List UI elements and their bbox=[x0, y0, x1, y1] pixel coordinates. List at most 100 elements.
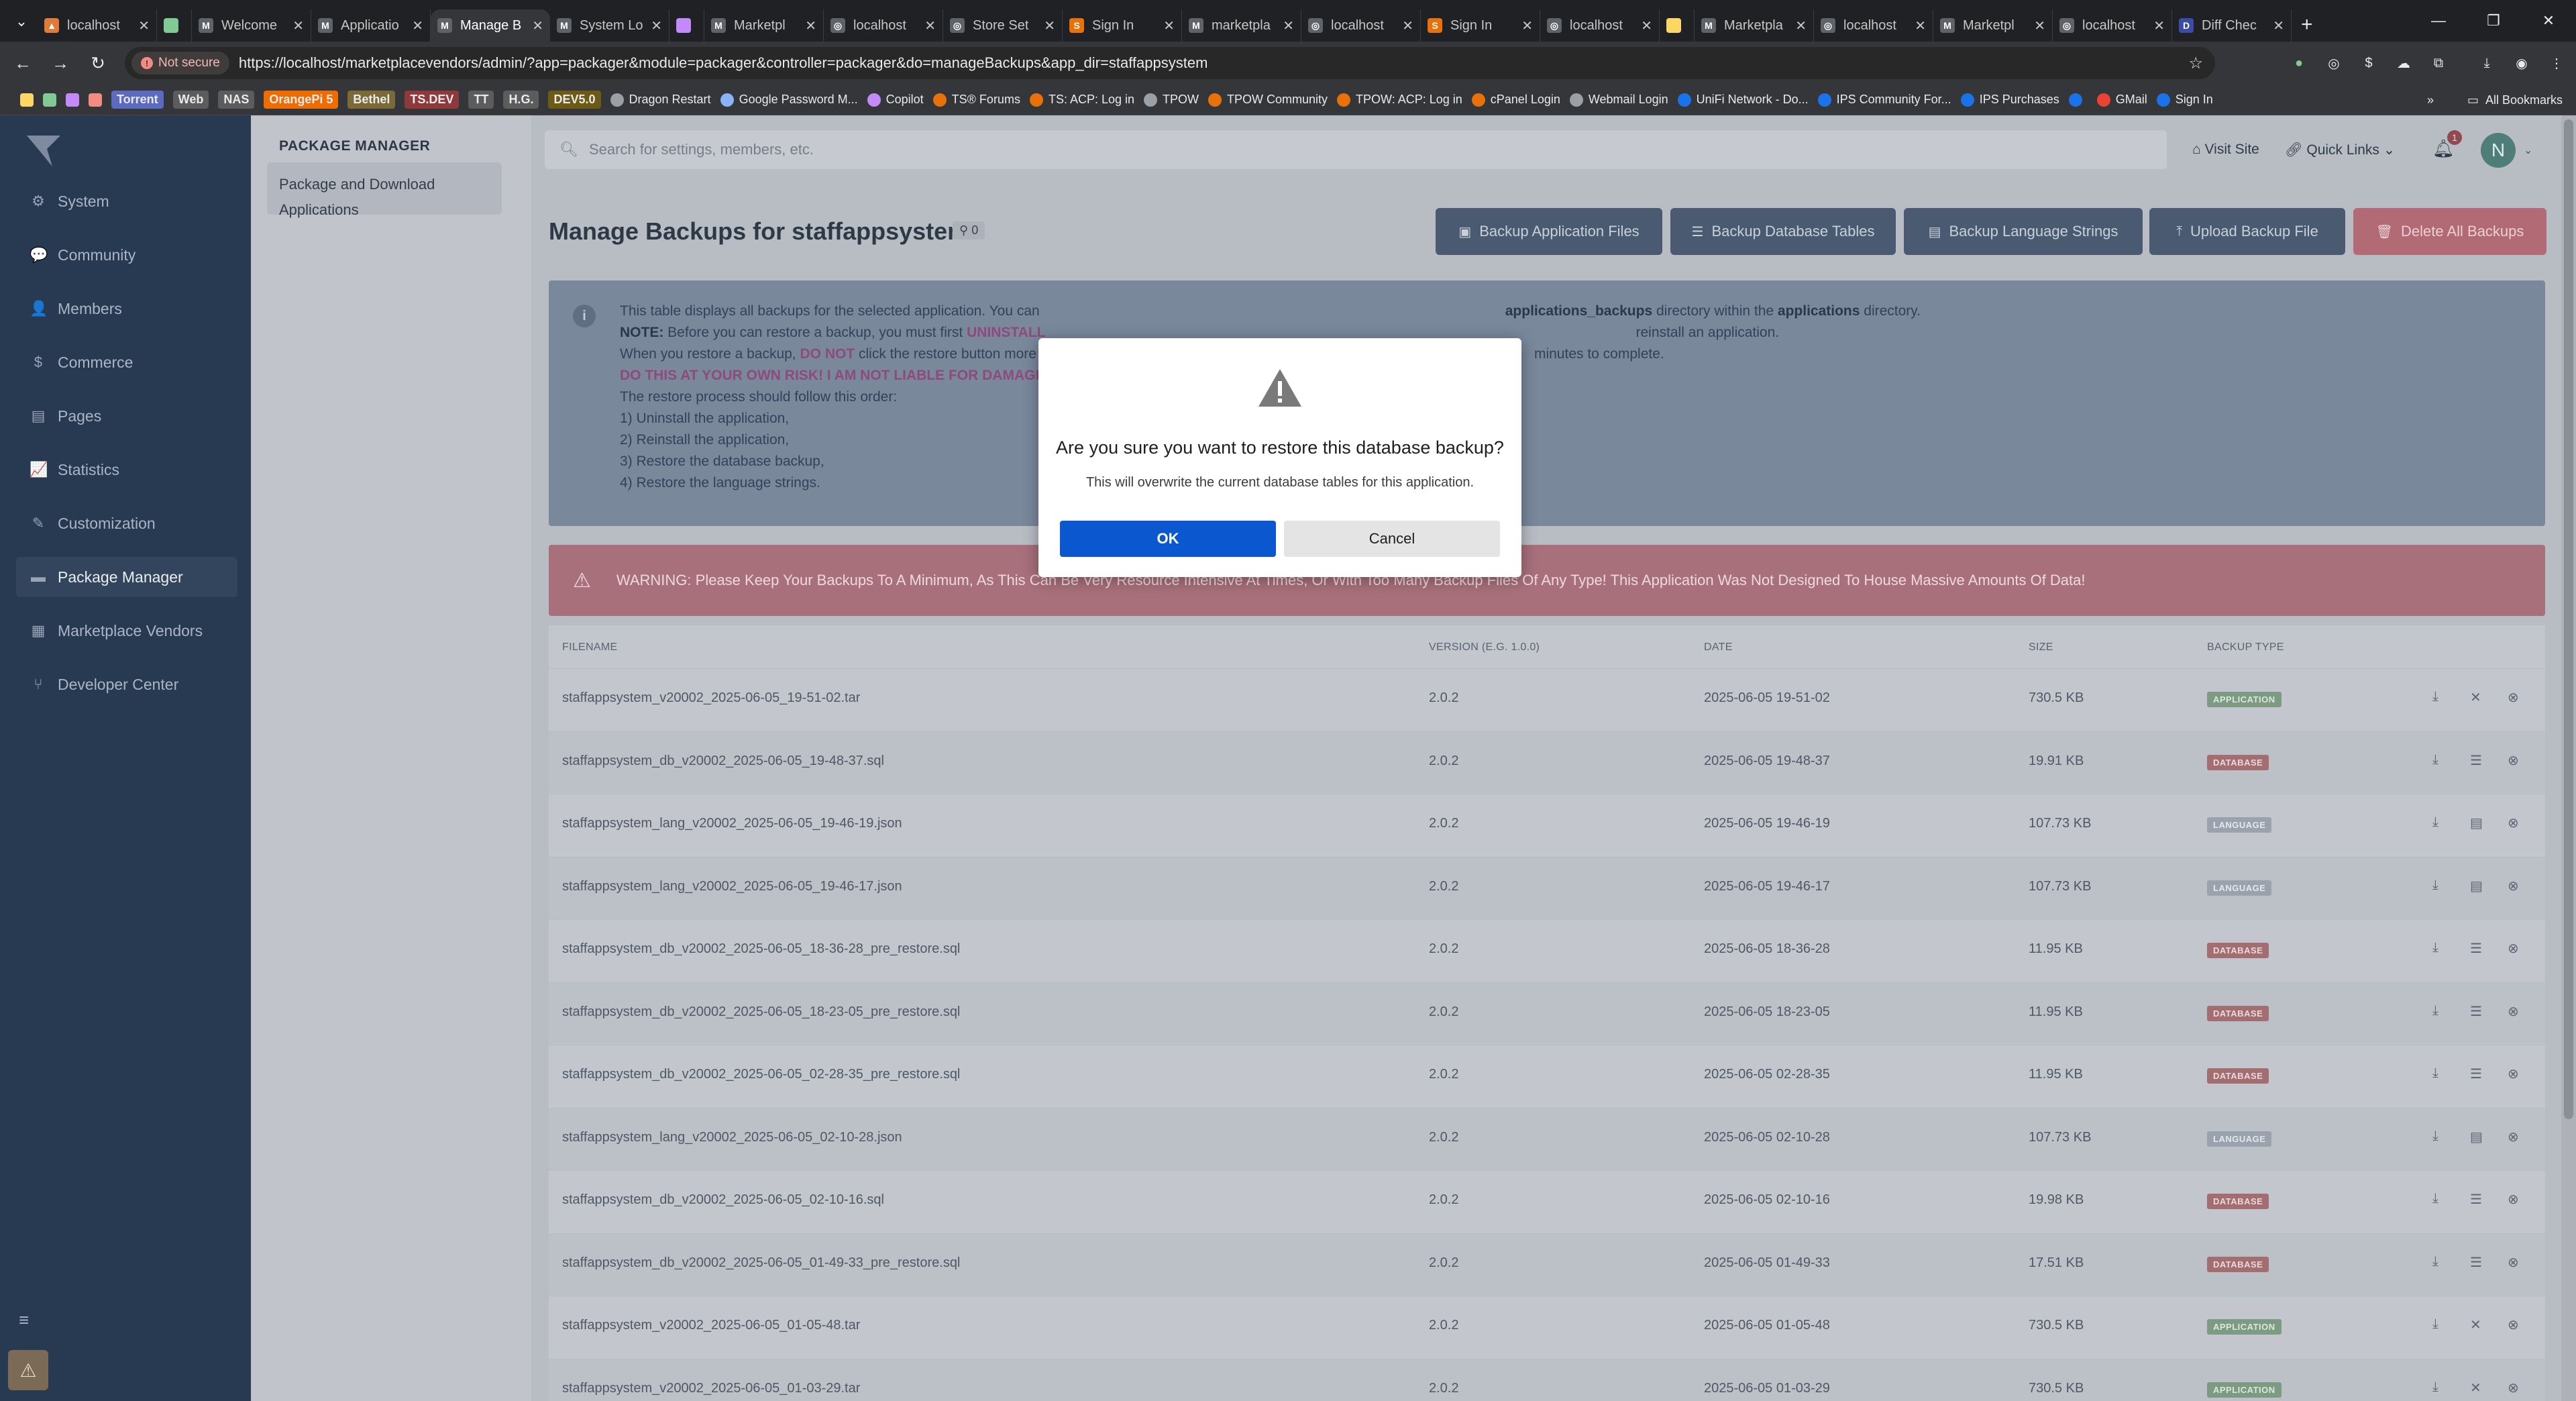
browser-tab[interactable]: M Marketpl ✕ bbox=[1933, 9, 2053, 42]
tab-close-icon[interactable]: ✕ bbox=[1163, 17, 1175, 34]
bookmark-item[interactable]: OrangePi 5 bbox=[264, 91, 339, 109]
browser-tab[interactable]: M Applicatio ✕ bbox=[311, 9, 431, 42]
restore-language-icon[interactable]: ▤ bbox=[2470, 878, 2483, 894]
delete-icon[interactable]: ⊗ bbox=[2508, 1066, 2519, 1082]
avatar-chevron-down-icon[interactable]: ⌄ bbox=[2524, 144, 2532, 157]
bookmark-item[interactable]: Bethel bbox=[347, 91, 396, 109]
browser-tab[interactable]: M Marketpla ✕ bbox=[1695, 9, 1814, 42]
tab-close-icon[interactable]: ✕ bbox=[2273, 17, 2284, 34]
bookmark-item[interactable]: TPOW: ACP: Log in bbox=[1337, 93, 1462, 107]
bookmark-item[interactable]: IPS Community For... bbox=[1817, 93, 1951, 107]
backup-language-strings-button[interactable]: ▤ Backup Language Strings bbox=[1904, 208, 2143, 255]
browser-tab[interactable]: M Marketpl ✕ bbox=[704, 9, 824, 42]
bookmark-item[interactable]: TS® Forums bbox=[932, 93, 1020, 107]
tab-close-icon[interactable]: ✕ bbox=[292, 17, 304, 34]
tab-close-icon[interactable]: ✕ bbox=[1915, 17, 1926, 34]
download-icon[interactable]: ⤓ bbox=[2432, 940, 2438, 955]
minimize-icon[interactable]: — bbox=[2411, 0, 2466, 42]
tab-close-icon[interactable]: ✕ bbox=[2034, 17, 2045, 34]
download-icon[interactable]: ⤓ bbox=[2432, 752, 2438, 768]
bookmark-app-icon[interactable] bbox=[66, 93, 79, 107]
delete-icon[interactable]: ⊗ bbox=[2508, 1316, 2519, 1333]
restore-database-icon[interactable]: ☰ bbox=[2470, 940, 2482, 957]
tab-close-icon[interactable]: ✕ bbox=[412, 17, 423, 34]
quick-links-dropdown[interactable]: 🔗︎ Quick Links ⌄ bbox=[2285, 142, 2395, 158]
browser-tab[interactable]: M Manage B ✕ bbox=[431, 9, 550, 42]
restore-app-icon[interactable]: ✕ bbox=[2470, 689, 2481, 706]
backup-database-tables-button[interactable]: ☰ Backup Database Tables bbox=[1670, 208, 1896, 255]
extension-copilot-icon[interactable]: ◎ bbox=[2324, 53, 2344, 73]
bookmark-item[interactable]: TPOW bbox=[1144, 93, 1199, 107]
extensions-puzzle-icon[interactable]: ⧉ bbox=[2428, 53, 2449, 73]
restore-database-icon[interactable]: ☰ bbox=[2470, 1066, 2482, 1082]
upload-backup-file-button[interactable]: ⤒ Upload Backup File bbox=[2149, 208, 2345, 255]
restore-database-icon[interactable]: ☰ bbox=[2470, 1254, 2482, 1271]
sidebar-item-statistics[interactable]: 📈 Statistics bbox=[16, 450, 237, 490]
bookmark-item[interactable]: TT bbox=[468, 91, 494, 109]
tab-close-icon[interactable]: ✕ bbox=[924, 17, 936, 34]
profile-icon[interactable]: ◉ bbox=[2512, 53, 2532, 73]
tab-search-chevron-icon[interactable]: ⌄ bbox=[9, 8, 34, 35]
close-window-icon[interactable]: ✕ bbox=[2521, 0, 2576, 42]
tab-close-icon[interactable]: ✕ bbox=[2153, 17, 2165, 34]
download-icon[interactable]: ⤓ bbox=[2432, 1316, 2438, 1332]
browser-tab[interactable]: ▲ localhost ✕ bbox=[38, 9, 157, 42]
tab-close-icon[interactable]: ✕ bbox=[805, 17, 816, 34]
collapse-menu-icon[interactable]: ≡ bbox=[19, 1310, 29, 1331]
bookmark-item[interactable]: TS.DEV bbox=[405, 91, 460, 109]
delete-icon[interactable]: ⊗ bbox=[2508, 940, 2519, 957]
delete-icon[interactable]: ⊗ bbox=[2508, 815, 2519, 831]
ok-button[interactable]: OK bbox=[1060, 521, 1276, 557]
col-backup-type[interactable]: BACKUP TYPE bbox=[2207, 641, 2284, 654]
browser-tab[interactable]: S Sign In ✕ bbox=[1421, 9, 1540, 42]
tab-close-icon[interactable]: ✕ bbox=[1641, 17, 1652, 34]
bookmark-item[interactable]: NAS bbox=[218, 91, 255, 109]
tab-close-icon[interactable]: ✕ bbox=[1402, 17, 1413, 34]
backup-application-files-button[interactable]: ▣ Backup Application Files bbox=[1436, 208, 1662, 255]
not-secure-chip[interactable]: ! Not secure bbox=[131, 52, 229, 74]
user-avatar[interactable]: N bbox=[2481, 133, 2516, 168]
browser-tab[interactable] bbox=[669, 9, 704, 42]
bookmark-app-icon[interactable] bbox=[43, 93, 56, 107]
notifications-bell-icon[interactable]: 🔔︎ 1 bbox=[2432, 130, 2462, 161]
download-icon[interactable]: ⤓ bbox=[2432, 878, 2438, 893]
reload-icon[interactable]: ↻ bbox=[79, 44, 117, 82]
site-logo-icon[interactable] bbox=[27, 136, 60, 166]
new-tab-plus-icon[interactable]: + bbox=[2301, 13, 2313, 36]
restore-language-icon[interactable]: ▤ bbox=[2470, 1129, 2483, 1145]
restore-language-icon[interactable]: ▤ bbox=[2470, 815, 2483, 831]
bookmark-item[interactable]: Web bbox=[172, 91, 209, 109]
restore-app-icon[interactable]: ✕ bbox=[2470, 1316, 2481, 1333]
bookmark-item[interactable]: H.G. bbox=[503, 91, 539, 109]
sidebar-item-package-manager[interactable]: ▬ Package Manager bbox=[16, 557, 237, 597]
browser-tab[interactable]: M System Lo ✕ bbox=[550, 9, 669, 42]
forward-arrow-icon[interactable]: → bbox=[42, 44, 79, 82]
delete-icon[interactable]: ⊗ bbox=[2508, 1191, 2519, 1208]
bookmark-item[interactable]: Webmail Login bbox=[1569, 93, 1668, 107]
download-icon[interactable]: ⤓ bbox=[2432, 1129, 2438, 1144]
delete-all-backups-button[interactable]: 🗑︎ Delete All Backups bbox=[2353, 208, 2546, 255]
bookmark-app-icon[interactable] bbox=[89, 93, 102, 107]
browser-tab[interactable]: ◎ Store Set ✕ bbox=[943, 9, 1063, 42]
sidebar-item-commerce[interactable]: $ Commerce bbox=[16, 342, 237, 382]
browser-tab[interactable] bbox=[157, 9, 192, 42]
delete-icon[interactable]: ⊗ bbox=[2508, 752, 2519, 769]
tab-close-icon[interactable]: ✕ bbox=[532, 17, 543, 34]
restore-icon[interactable]: ❐ bbox=[2466, 0, 2521, 42]
subnav-item-package-download[interactable]: Package and Download Applications bbox=[267, 162, 502, 218]
scrollbar-thumb[interactable] bbox=[2564, 119, 2573, 1119]
sidebar-item-community[interactable]: 💬 Community bbox=[16, 235, 237, 275]
back-arrow-icon[interactable]: ← bbox=[4, 44, 42, 82]
bookmark-item[interactable]: IPS Purchases bbox=[1960, 93, 2059, 107]
extension-cloud-icon[interactable]: ☁ bbox=[2394, 53, 2414, 73]
bookmark-item[interactable]: DEV5.0 bbox=[548, 91, 601, 109]
bookmark-item[interactable]: TPOW Community bbox=[1208, 93, 1328, 107]
tab-close-icon[interactable]: ✕ bbox=[1283, 17, 1294, 34]
download-icon[interactable]: ⤓ bbox=[2432, 1380, 2438, 1395]
delete-icon[interactable]: ⊗ bbox=[2508, 1003, 2519, 1020]
download-icon[interactable]: ⤓ bbox=[2432, 1191, 2438, 1206]
restore-database-icon[interactable]: ☰ bbox=[2470, 1003, 2482, 1020]
download-icon[interactable]: ⤓ bbox=[2432, 1066, 2438, 1081]
bookmark-item[interactable]: Dragon Restart bbox=[610, 93, 711, 107]
bookmark-item[interactable]: Google Password M... bbox=[720, 93, 858, 107]
